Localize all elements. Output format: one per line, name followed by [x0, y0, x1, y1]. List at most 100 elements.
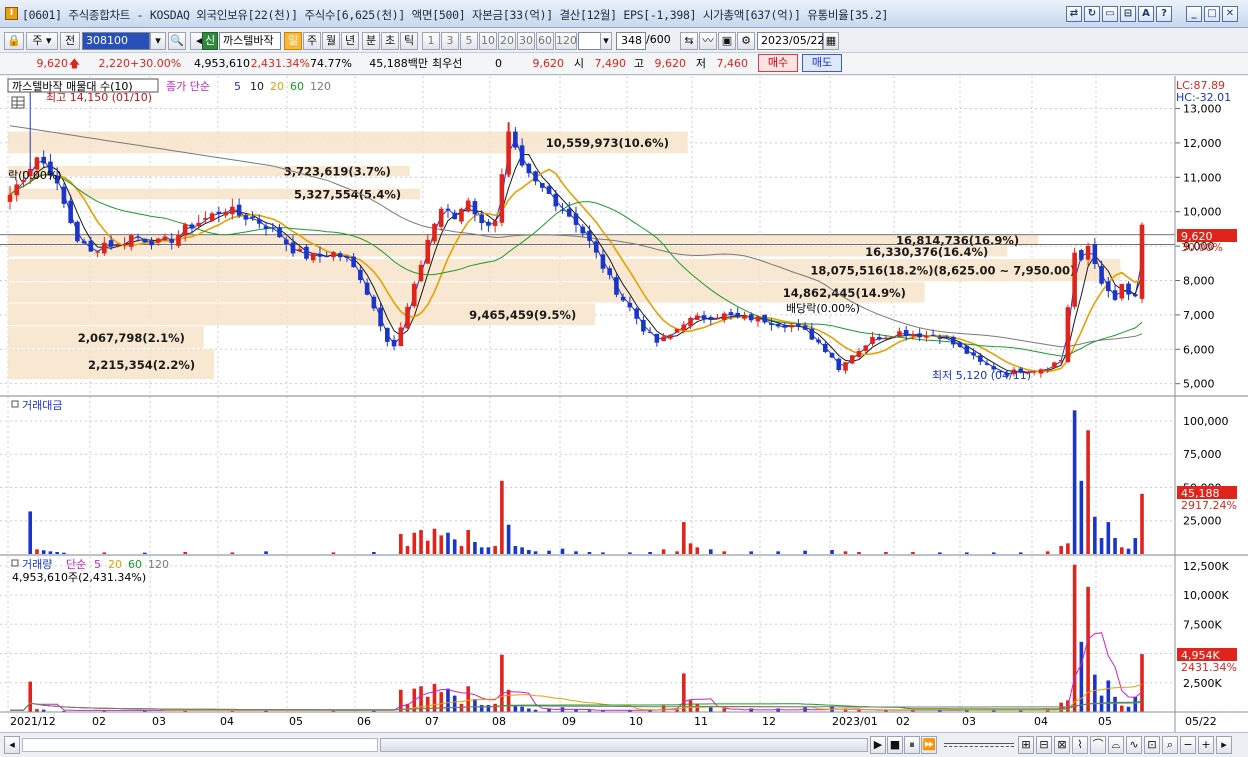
- indicator-icon[interactable]: 〰: [699, 32, 717, 50]
- tool-4-icon[interactable]: ⌇: [1072, 736, 1088, 754]
- count-input[interactable]: 348: [616, 32, 646, 50]
- minus-icon[interactable]: −: [1180, 736, 1196, 754]
- minimize-icon[interactable]: _: [1186, 6, 1202, 22]
- candle-body: [971, 352, 976, 356]
- chart-area[interactable]: 3,723,619(3.7%) 10,559,973(10.6%) 5,327,55…: [0, 76, 1248, 732]
- candle-body: [445, 208, 451, 210]
- split-icon[interactable]: ⊟: [1120, 6, 1136, 22]
- tool-3-icon[interactable]: ⊠: [1054, 736, 1070, 754]
- interval-10[interactable]: 10: [479, 32, 497, 50]
- calendar-icon[interactable]: ▦: [823, 32, 839, 50]
- volume-bar: [513, 706, 518, 712]
- interval-5[interactable]: 5: [460, 32, 478, 50]
- interval-20[interactable]: 20: [498, 32, 516, 50]
- tool-8-icon[interactable]: ⊡: [1144, 736, 1160, 754]
- volume-profile-label: 5,327,554(5.4%): [294, 188, 401, 202]
- volume-toggle-icon[interactable]: [11, 559, 19, 567]
- buy-button[interactable]: 매수: [758, 54, 798, 72]
- candle-body: [836, 358, 842, 370]
- scroll-right-icon[interactable]: ▸: [1216, 736, 1232, 754]
- candle-body: [155, 238, 161, 243]
- zoom-slider[interactable]: [944, 743, 1014, 747]
- font-icon[interactable]: A: [1138, 6, 1154, 22]
- volume-tick-label: 2,500K: [1183, 677, 1222, 690]
- plus-icon[interactable]: +: [1198, 736, 1214, 754]
- tool-7-icon[interactable]: ∿: [1126, 736, 1142, 754]
- window-icon[interactable]: ▭: [1102, 6, 1118, 22]
- candle-body: [250, 216, 255, 219]
- interval-3[interactable]: 3: [441, 32, 459, 50]
- period-tick[interactable]: 틱: [400, 32, 418, 50]
- code-input[interactable]: 308100: [82, 32, 150, 50]
- candle-body: [310, 252, 316, 261]
- amount-toggle-icon[interactable]: [11, 400, 19, 408]
- table-icon[interactable]: [11, 96, 25, 109]
- amount-bar: [48, 551, 53, 554]
- save-icon[interactable]: ▣: [718, 32, 736, 50]
- period-minute[interactable]: 분: [362, 32, 380, 50]
- candle-body: [782, 325, 788, 328]
- amount-bar: [749, 551, 753, 554]
- interval-120[interactable]: 120: [555, 32, 577, 50]
- amount-bar: [55, 552, 59, 554]
- best-bid-label: 최우선: [432, 57, 463, 70]
- maximize-icon[interactable]: □: [1204, 6, 1220, 22]
- candle-body: [802, 325, 808, 330]
- fast-forward-icon[interactable]: ⏩: [921, 736, 937, 754]
- quote-price: 9,620: [36, 57, 69, 70]
- help-icon[interactable]: ?: [1156, 6, 1172, 22]
- volume-tick-label: 12,500K: [1183, 560, 1229, 573]
- pause-icon[interactable]: ⏸: [904, 736, 920, 754]
- period-day[interactable]: 일: [284, 32, 302, 50]
- sell-button[interactable]: 매도: [802, 54, 842, 72]
- scroll-left-icon[interactable]: ◂: [4, 736, 20, 754]
- vol-ma-120-label: 120: [148, 558, 169, 571]
- tool-5-icon[interactable]: ⌒: [1090, 736, 1106, 754]
- candle-body: [843, 362, 848, 371]
- candle-body: [34, 157, 40, 170]
- period-week[interactable]: 주: [303, 32, 321, 50]
- open-label: 시: [573, 57, 584, 70]
- stock-chart[interactable]: 3,723,619(3.7%) 10,559,973(10.6%) 5,327,55…: [0, 76, 1248, 732]
- period-second[interactable]: 초: [381, 32, 399, 50]
- close-icon[interactable]: ✕: [1222, 6, 1238, 22]
- date-input[interactable]: 2023/05/22: [757, 32, 824, 50]
- amount-bar: [493, 546, 497, 554]
- volume-bar: [486, 704, 491, 712]
- interval-60[interactable]: 60: [536, 32, 554, 50]
- arrows-icon[interactable]: ⇆: [680, 32, 698, 50]
- vol-ma-60-label: 60: [128, 558, 142, 571]
- candle-body: [654, 333, 660, 343]
- search-minus-icon[interactable]: ⌕: [1162, 736, 1178, 754]
- scrollbar-track[interactable]: [22, 738, 378, 752]
- tool-6-icon[interactable]: ⌓: [1108, 736, 1124, 754]
- search-icon[interactable]: 🔍: [168, 32, 186, 50]
- candle-body: [863, 345, 869, 351]
- refresh-icon[interactable]: ↻: [1084, 6, 1100, 22]
- amount-bar: [506, 524, 511, 554]
- period-year[interactable]: 년: [341, 32, 359, 50]
- scrollbar-thumb[interactable]: [380, 738, 868, 752]
- interval-30[interactable]: 30: [517, 32, 535, 50]
- lock-icon[interactable]: 🔒: [4, 32, 24, 50]
- settings-icon[interactable]: ⚙: [737, 32, 755, 50]
- amount-bar: [1140, 493, 1144, 554]
- x-tick-label: 05: [289, 715, 303, 728]
- interval-1[interactable]: 1: [422, 32, 440, 50]
- amount-bar: [675, 551, 679, 554]
- candle-body: [897, 331, 902, 337]
- stop-icon[interactable]: ■: [887, 736, 903, 754]
- volume-profile-label: 10,559,973(10.6%): [546, 136, 669, 150]
- volume-profile-label: 2,067,798(2.1%): [78, 331, 185, 345]
- play-icon[interactable]: ▶: [870, 736, 886, 754]
- tool-1-icon[interactable]: ⊞: [1018, 736, 1034, 754]
- interval-dropdown-icon[interactable]: ▾: [600, 32, 612, 50]
- candle-body: [560, 209, 565, 211]
- link-icon[interactable]: ⇄: [1066, 6, 1082, 22]
- prev-button[interactable]: 전: [60, 32, 80, 50]
- period-month[interactable]: 월: [322, 32, 340, 50]
- code-dropdown-icon[interactable]: ▾: [150, 32, 166, 50]
- market-select[interactable]: 주 ▾: [26, 32, 58, 50]
- candle-body: [75, 221, 80, 242]
- tool-2-icon[interactable]: ⊟: [1036, 736, 1052, 754]
